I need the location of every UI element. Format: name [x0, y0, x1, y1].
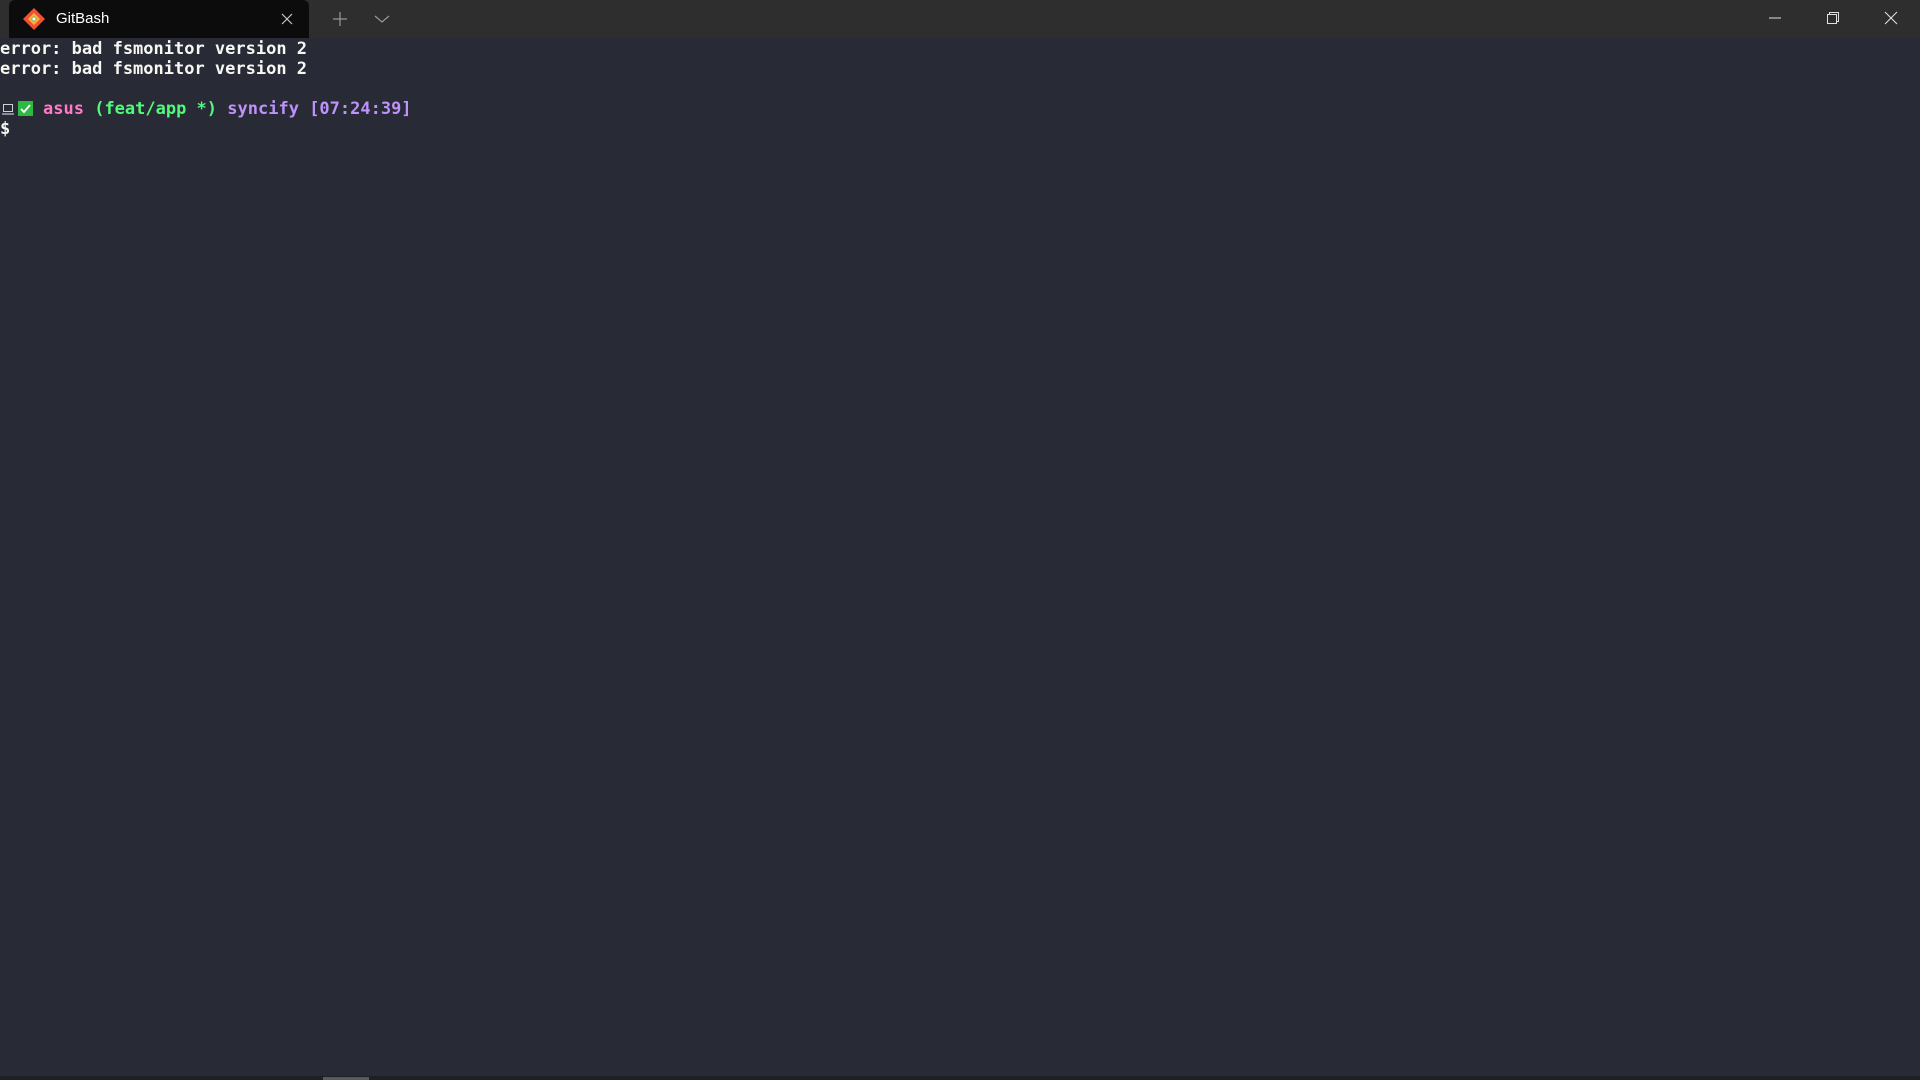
prompt-directory: syncify [227, 99, 299, 119]
close-window-button[interactable] [1862, 0, 1920, 36]
prompt-line: asus (feat/app *) syncify [07:24:39] [0, 99, 412, 119]
check-icon [18, 101, 33, 116]
restore-icon [1827, 12, 1839, 24]
terminal-output-line: error: bad fsmonitor version 2 [0, 39, 308, 59]
tab-gitbash[interactable]: GitBash [9, 0, 309, 38]
terminal-output-line: error: bad fsmonitor version 2 [0, 59, 308, 79]
command-line[interactable]: $ [0, 119, 10, 139]
plus-icon [333, 12, 347, 26]
prompt-symbol: $ [0, 119, 11, 139]
minimize-icon [1769, 17, 1781, 19]
prompt-branch: (feat/app *) [94, 99, 218, 119]
terminal-area[interactable]: error: bad fsmonitor version 2 error: ba… [0, 38, 1920, 1076]
close-tab-icon[interactable] [277, 9, 297, 29]
computer-icon [2, 100, 14, 115]
prompt-user: asus [43, 99, 84, 119]
close-icon [1884, 11, 1898, 25]
chevron-down-icon [374, 15, 390, 23]
new-tab-button[interactable] [324, 6, 356, 32]
restore-button[interactable] [1804, 0, 1862, 36]
prompt-time: [07:24:39] [309, 99, 412, 119]
git-bash-icon [22, 7, 46, 31]
tab-title: GitBash [56, 10, 110, 27]
minimize-button[interactable] [1746, 0, 1804, 36]
title-bar: GitBash [0, 0, 1920, 38]
bottom-scrollbar-track [0, 1076, 1920, 1080]
tab-dropdown-button[interactable] [366, 6, 398, 32]
